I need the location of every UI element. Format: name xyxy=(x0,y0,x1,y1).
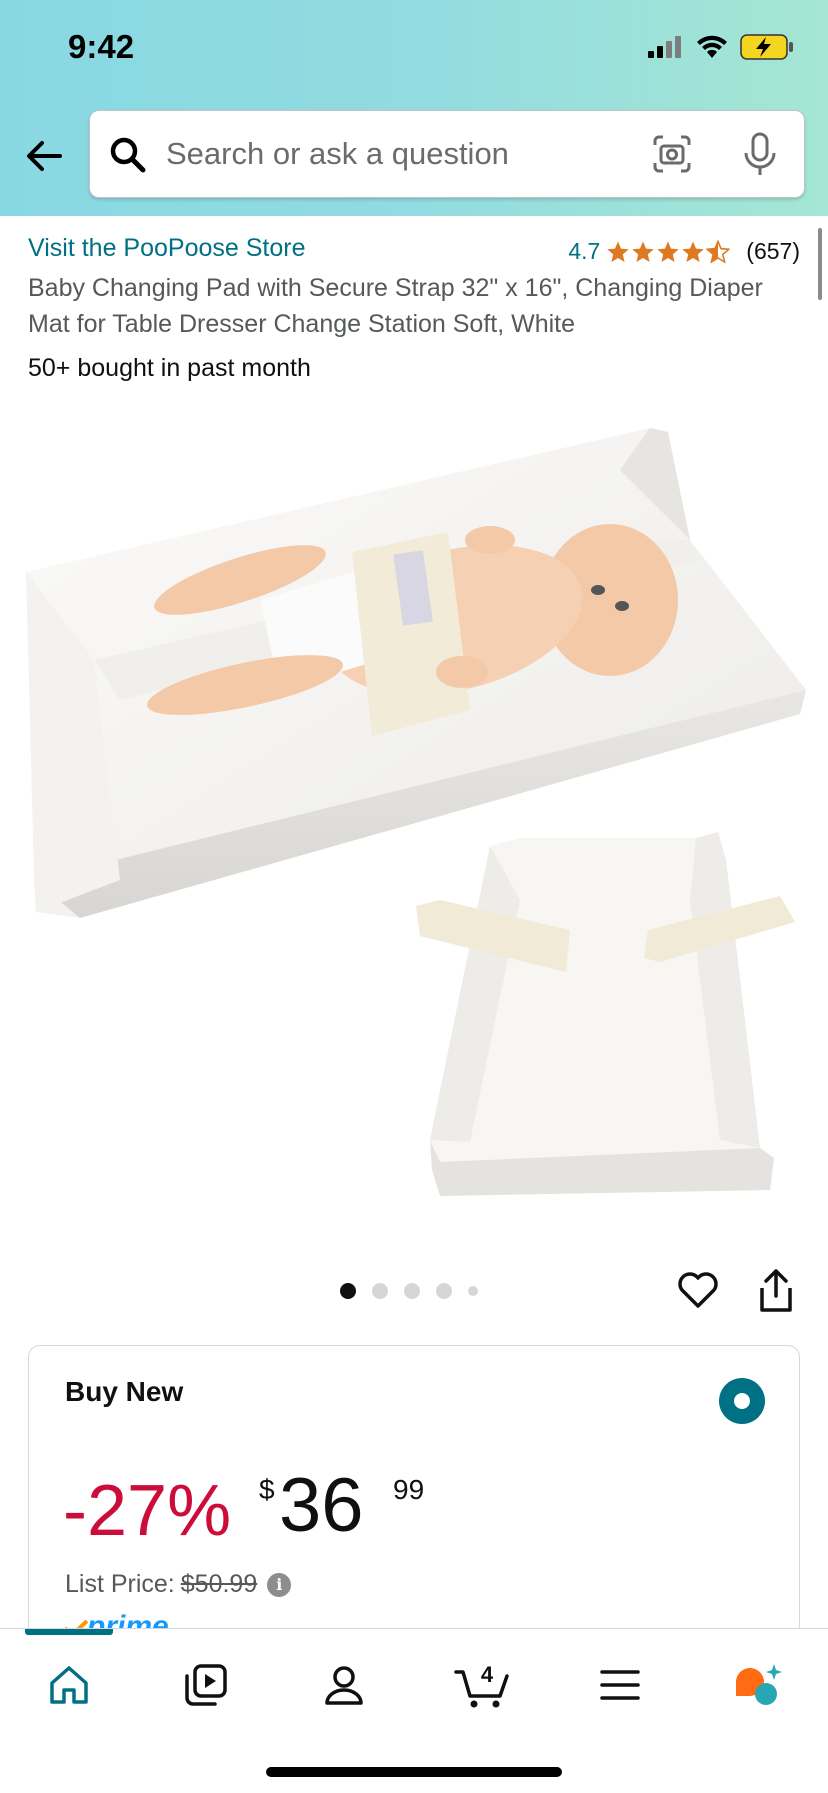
product-image[interactable] xyxy=(0,400,828,1230)
star-icon xyxy=(607,241,629,262)
battery-icon xyxy=(740,34,793,60)
price-whole: 36 xyxy=(279,1463,364,1548)
nav-video[interactable] xyxy=(174,1653,238,1717)
home-icon xyxy=(50,1666,88,1704)
menu-icon xyxy=(600,1670,640,1700)
home-indicator xyxy=(266,1767,562,1777)
list-price-row: List Price: $50.99 i xyxy=(65,1570,292,1599)
pager-dot[interactable] xyxy=(404,1283,420,1299)
price-fraction: 99 xyxy=(393,1474,425,1505)
nav-rufus[interactable] xyxy=(726,1653,790,1717)
rating-summary[interactable]: 4.7 (657) xyxy=(568,238,800,265)
nav-home[interactable] xyxy=(37,1653,101,1717)
status-icons xyxy=(648,34,794,60)
star-rating xyxy=(606,239,731,264)
nav-account[interactable] xyxy=(312,1653,376,1717)
list-price-value: $50.99 xyxy=(180,1570,258,1598)
microphone-icon[interactable] xyxy=(740,131,780,177)
account-icon xyxy=(325,1666,363,1705)
star-icon xyxy=(682,241,704,262)
star-icon xyxy=(657,241,679,262)
rufus-assistant-icon xyxy=(736,1664,782,1705)
cart-count: 4 xyxy=(481,1662,494,1687)
pager-dot[interactable] xyxy=(436,1283,452,1299)
pager-dot[interactable] xyxy=(468,1286,478,1296)
scroll-indicator xyxy=(818,228,822,300)
half-star-icon xyxy=(706,239,731,264)
signal-icon xyxy=(648,36,681,58)
buy-new-label: Buy New xyxy=(65,1376,184,1407)
changing-pad-small xyxy=(416,832,795,1196)
nav-menu[interactable] xyxy=(588,1653,652,1717)
search-icon xyxy=(110,137,146,173)
rating-count: (657) xyxy=(746,238,800,264)
buy-new-radio[interactable] xyxy=(719,1378,765,1424)
search-input[interactable] xyxy=(164,131,638,177)
pager-dot[interactable] xyxy=(372,1283,388,1299)
nav-cart[interactable]: 4 xyxy=(450,1653,514,1717)
image-pager[interactable] xyxy=(340,1283,478,1299)
video-icon xyxy=(185,1664,227,1706)
heart-icon[interactable] xyxy=(676,1268,720,1312)
header: 9:42 xyxy=(0,0,828,216)
search-bar[interactable] xyxy=(89,110,805,198)
active-tab-indicator xyxy=(25,1629,113,1635)
wifi-icon xyxy=(697,35,727,58)
product-title: Baby Changing Pad with Secure Strap 32" … xyxy=(28,274,763,338)
rating-value: 4.7 xyxy=(568,238,601,264)
share-icon[interactable] xyxy=(756,1268,796,1314)
bottom-nav: 4 xyxy=(0,1628,828,1793)
status-time: 9:42 xyxy=(68,28,135,65)
list-price-label: List Price: xyxy=(65,1570,175,1598)
pager-dot[interactable] xyxy=(340,1283,356,1299)
star-icon xyxy=(632,241,654,262)
price-currency: $ xyxy=(259,1474,275,1505)
info-icon[interactable]: i xyxy=(267,1572,292,1597)
camera-scan-icon[interactable] xyxy=(651,133,693,175)
bought-count: 50+ bought in past month xyxy=(28,354,311,382)
cart-icon: 4 xyxy=(454,1662,509,1708)
back-arrow-icon[interactable] xyxy=(22,134,66,178)
store-link[interactable]: Visit the PooPoose Store xyxy=(28,234,306,263)
discount-percent: -27% xyxy=(63,1471,232,1551)
